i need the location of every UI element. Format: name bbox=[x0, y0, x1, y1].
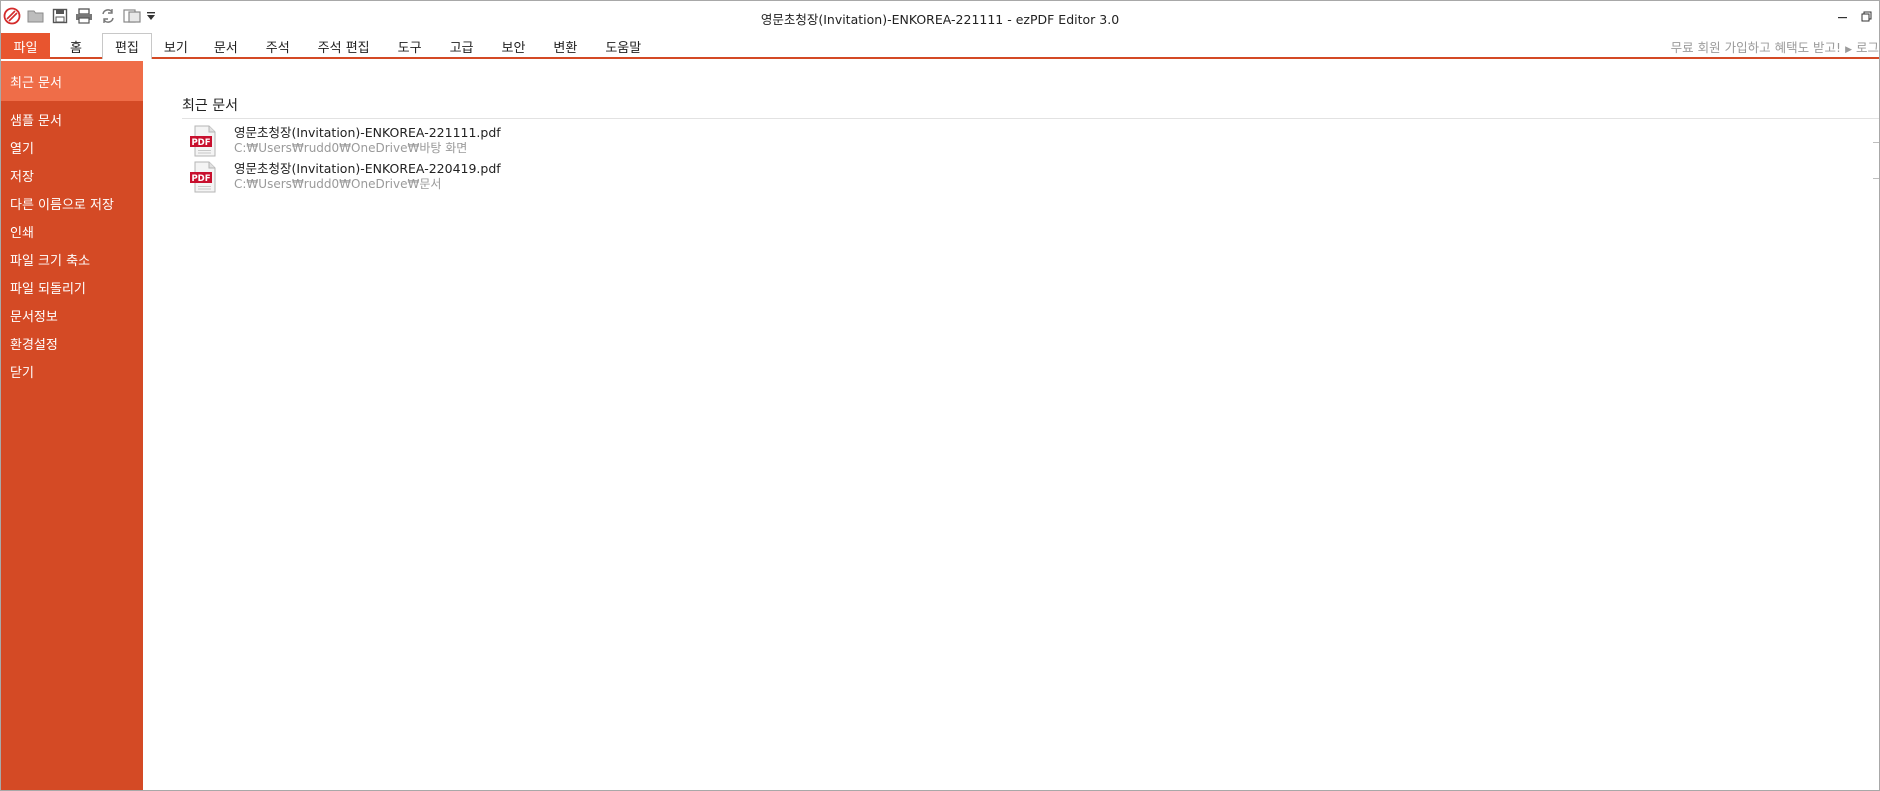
pdf-file-icon: PDF bbox=[190, 161, 216, 193]
sidebar-item-save-as[interactable]: 다른 이름으로 저장 bbox=[1, 189, 143, 217]
sidebar-item-revert[interactable]: 파일 되돌리기 bbox=[1, 273, 143, 301]
tab-home[interactable]: 홈 bbox=[50, 33, 102, 59]
tab-convert[interactable]: 변환 bbox=[539, 33, 591, 59]
minimize-icon[interactable] bbox=[1831, 5, 1855, 29]
play-arrow-icon: ▶ bbox=[1845, 45, 1852, 55]
recent-documents-title: 최근 문서 bbox=[182, 98, 238, 114]
list-item[interactable]: PDF 영문초청장(Invitation)-ENKOREA-220419.pdf… bbox=[189, 161, 501, 197]
pdf-file-icon: PDF bbox=[190, 125, 216, 157]
title-bar: 영문초청장(Invitation)-ENKOREA-221111 - ezPDF… bbox=[1, 1, 1879, 33]
sidebar-item-samples[interactable]: 샘플 문서 bbox=[1, 105, 143, 133]
restore-icon[interactable] bbox=[1855, 5, 1879, 29]
ribbon-tab-bar: 파일 홈 편집 보기 문서 주석 주석 편집 도구 고급 보안 변환 도움말 무… bbox=[1, 33, 1879, 59]
file-backstage-sidebar: 최근 문서 샘플 문서 열기 저장 다른 이름으로 저장 인쇄 파일 크기 축소… bbox=[1, 61, 143, 790]
sidebar-item-preferences[interactable]: 환경설정 bbox=[1, 329, 143, 357]
recent-documents-panel: 최근 문서 PDF 영문초청장(Invitation)-ENKOREA-2211… bbox=[143, 61, 1879, 790]
doc-text: 영문초청장(Invitation)-ENKOREA-221111.pdf C:₩… bbox=[234, 125, 501, 156]
sidebar-item-doc-info[interactable]: 문서정보 bbox=[1, 301, 143, 329]
pdf-badge-label: PDF bbox=[191, 174, 210, 184]
sidebar-item-reduce-size[interactable]: 파일 크기 축소 bbox=[1, 245, 143, 273]
doc-text: 영문초청장(Invitation)-ENKOREA-220419.pdf C:₩… bbox=[234, 161, 501, 192]
sidebar-item-close[interactable]: 닫기 bbox=[1, 357, 143, 385]
ribbon-tabs: 파일 홈 편집 보기 문서 주석 주석 편집 도구 고급 보안 변환 도움말 bbox=[1, 33, 655, 59]
sidebar-item-print[interactable]: 인쇄 bbox=[1, 217, 143, 245]
window-controls bbox=[1831, 5, 1879, 29]
list-edge-mark bbox=[1873, 142, 1879, 143]
list-item[interactable]: PDF 영문초청장(Invitation)-ENKOREA-221111.pdf… bbox=[189, 125, 501, 161]
login-link[interactable]: 로그 bbox=[1856, 40, 1879, 55]
list-edge-mark bbox=[1873, 178, 1879, 179]
tab-annotation[interactable]: 주석 bbox=[252, 33, 304, 59]
sidebar-item-recent[interactable]: 최근 문서 bbox=[1, 61, 143, 101]
tab-tools[interactable]: 도구 bbox=[384, 33, 436, 59]
tab-help[interactable]: 도움말 bbox=[591, 33, 655, 59]
tab-edit[interactable]: 편집 bbox=[101, 33, 152, 59]
doc-name[interactable]: 영문초청장(Invitation)-ENKOREA-221111.pdf bbox=[234, 125, 501, 141]
tab-document[interactable]: 문서 bbox=[200, 33, 252, 59]
promo-text[interactable]: 무료 회원 가입하고 혜택도 받고! bbox=[1671, 40, 1841, 55]
tab-file[interactable]: 파일 bbox=[1, 33, 50, 59]
signup-promo[interactable]: 무료 회원 가입하고 혜택도 받고! ▶ 로그 bbox=[1671, 37, 1879, 56]
app-window: 영문초청장(Invitation)-ENKOREA-221111 - ezPDF… bbox=[0, 0, 1880, 791]
tab-annotation-edit[interactable]: 주석 편집 bbox=[304, 33, 384, 59]
pdf-badge-label: PDF bbox=[191, 138, 210, 148]
recent-documents-list: PDF 영문초청장(Invitation)-ENKOREA-221111.pdf… bbox=[189, 125, 501, 197]
sidebar-item-open[interactable]: 열기 bbox=[1, 133, 143, 161]
doc-name[interactable]: 영문초청장(Invitation)-ENKOREA-220419.pdf bbox=[234, 161, 501, 177]
tab-advanced[interactable]: 고급 bbox=[436, 33, 488, 59]
doc-path: C:₩Users₩rudd0₩OneDrive₩바탕 화면 bbox=[234, 141, 468, 155]
window-title: 영문초청장(Invitation)-ENKOREA-221111 - ezPDF… bbox=[760, 12, 1120, 27]
tab-view[interactable]: 보기 bbox=[152, 33, 200, 59]
sidebar-item-save[interactable]: 저장 bbox=[1, 161, 143, 189]
title-divider bbox=[182, 118, 1879, 119]
doc-path: C:₩Users₩rudd0₩OneDrive₩문서 bbox=[234, 177, 442, 191]
tab-security[interactable]: 보안 bbox=[487, 33, 539, 59]
